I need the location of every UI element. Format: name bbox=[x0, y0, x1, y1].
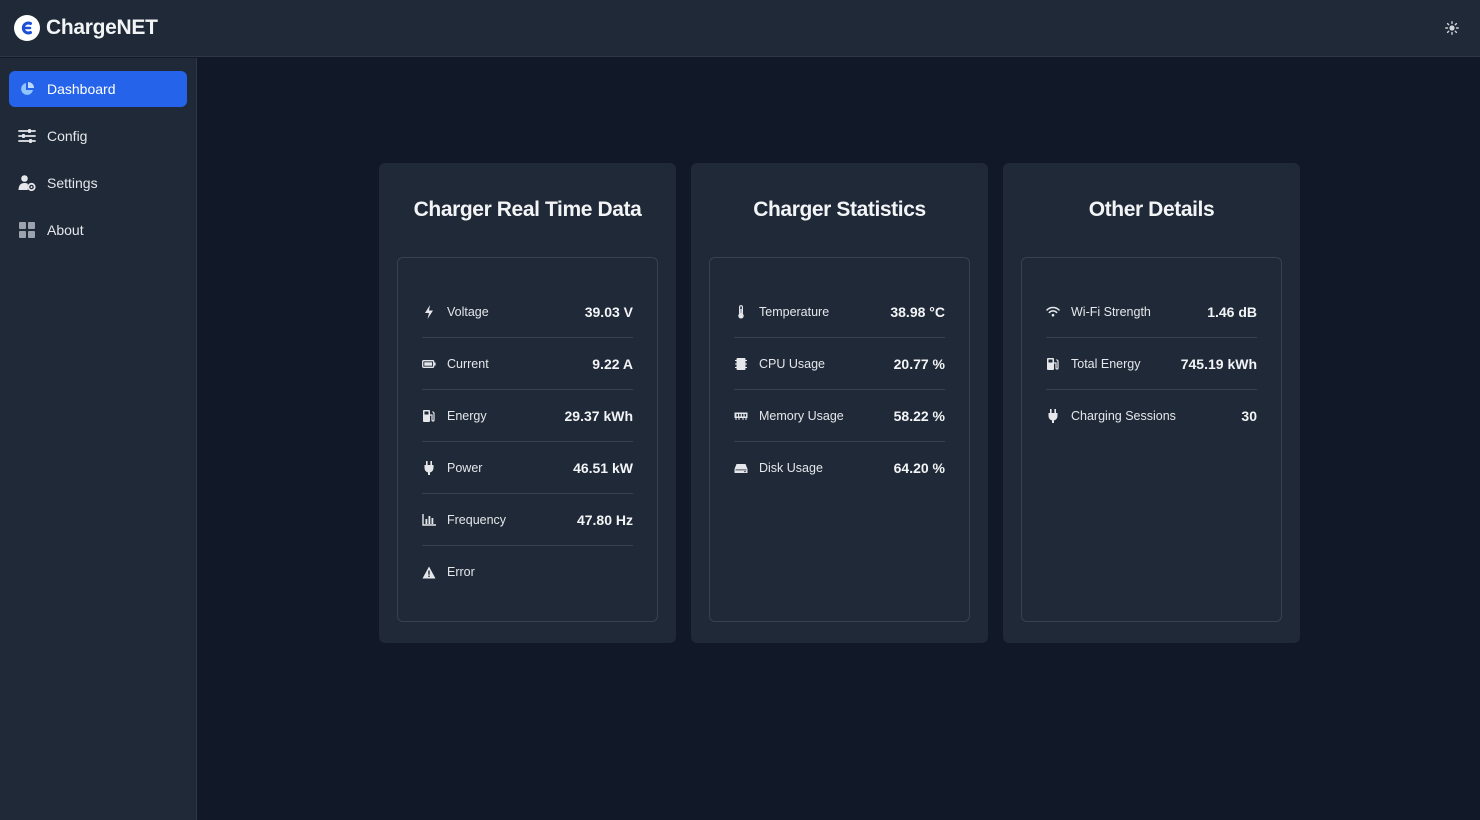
memory-icon bbox=[734, 409, 748, 423]
data-row-energy: Energy 29.37 kWh bbox=[422, 390, 633, 442]
row-value: 9.22 A bbox=[592, 355, 633, 372]
card-charger-statistics: Charger Statistics Temperature 38.98 °C … bbox=[691, 163, 988, 643]
row-value: 64.20 % bbox=[893, 460, 945, 476]
grid-icon bbox=[17, 220, 37, 240]
data-row-memory-usage: Memory Usage 58.22 % bbox=[734, 390, 945, 442]
data-row-charging-sessions: Charging Sessions 30 bbox=[1046, 390, 1257, 442]
row-value: 39.03 V bbox=[584, 303, 633, 320]
card-charger-real-time-data: Charger Real Time Data Voltage 39.03 V C… bbox=[379, 163, 676, 643]
top-bar: ChargeNET bbox=[0, 0, 1480, 57]
thermometer-icon bbox=[734, 304, 748, 319]
row-label: Total Energy bbox=[1071, 356, 1141, 371]
row-value: 29.37 kWh bbox=[564, 407, 633, 424]
sidebar-item-about[interactable]: About bbox=[9, 212, 187, 248]
row-label: Power bbox=[447, 460, 483, 475]
data-row-power: Power 46.51 kW bbox=[422, 442, 633, 494]
charging-station-icon bbox=[422, 409, 436, 423]
row-value: 47.80 Hz bbox=[576, 511, 633, 528]
card-title: Other Details bbox=[1088, 198, 1215, 221]
brand[interactable]: ChargeNET bbox=[14, 15, 158, 41]
row-label: Memory Usage bbox=[759, 408, 844, 423]
data-row-temperature: Temperature 38.98 °C bbox=[734, 286, 945, 338]
row-label: Temperature bbox=[759, 304, 830, 319]
user-gear-icon bbox=[17, 173, 37, 193]
card-body: Wi-Fi Strength 1.46 dB Total Energy 745.… bbox=[1021, 257, 1282, 622]
theme-toggle-sun-icon[interactable] bbox=[1440, 16, 1464, 40]
row-label: Voltage bbox=[447, 304, 489, 319]
row-value: 1.46 dB bbox=[1207, 303, 1257, 320]
sidebar-item-settings[interactable]: Settings bbox=[9, 165, 187, 201]
sidebar-item-config[interactable]: Config bbox=[9, 118, 187, 154]
row-value: 30 bbox=[1241, 408, 1257, 424]
row-value: 38.98 °C bbox=[890, 303, 945, 320]
row-label: CPU Usage bbox=[759, 356, 825, 371]
row-label: Current bbox=[447, 356, 489, 371]
sidebar-item-label: Config bbox=[47, 128, 88, 144]
dashboard-cards: Charger Real Time Data Voltage 39.03 V C… bbox=[379, 163, 1300, 643]
card-body: Temperature 38.98 °C CPU Usage 20.77 % M… bbox=[709, 257, 970, 622]
card-title: Charger Statistics bbox=[753, 198, 926, 221]
pie-chart-icon bbox=[17, 79, 37, 99]
row-label: Disk Usage bbox=[759, 461, 823, 475]
data-row-total-energy: Total Energy 745.19 kWh bbox=[1046, 338, 1257, 390]
sidebar-item-dashboard[interactable]: Dashboard bbox=[9, 71, 187, 107]
row-label: Wi-Fi Strength bbox=[1071, 304, 1151, 319]
chargenet-logo-icon bbox=[14, 15, 40, 41]
row-label: Energy bbox=[447, 408, 487, 423]
plug-icon bbox=[1046, 409, 1060, 423]
bar-chart-icon bbox=[422, 513, 436, 527]
data-row-cpu-usage: CPU Usage 20.77 % bbox=[734, 338, 945, 390]
app-title: ChargeNET bbox=[46, 16, 158, 39]
row-label: Frequency bbox=[447, 512, 507, 527]
data-row-disk-usage: Disk Usage 64.20 % bbox=[734, 442, 945, 494]
warning-icon bbox=[422, 565, 436, 579]
data-row-wifi-strength: Wi-Fi Strength 1.46 dB bbox=[1046, 286, 1257, 338]
data-row-frequency: Frequency 47.80 Hz bbox=[422, 494, 633, 546]
sidebar-item-label: Dashboard bbox=[47, 81, 116, 97]
row-value: 46.51 kW bbox=[573, 459, 633, 476]
row-value: 58.22 % bbox=[893, 407, 945, 424]
card-other-details: Other Details Wi-Fi Strength 1.46 dB Tot… bbox=[1003, 163, 1300, 643]
card-body: Voltage 39.03 V Current 9.22 A Energy 29… bbox=[397, 257, 658, 622]
bolt-icon bbox=[422, 304, 436, 319]
sidebar-item-label: About bbox=[47, 222, 84, 238]
hard-drive-icon bbox=[734, 461, 748, 475]
sidebar-item-label: Settings bbox=[47, 175, 98, 191]
row-label: Charging Sessions bbox=[1071, 409, 1176, 423]
wifi-icon bbox=[1046, 305, 1060, 319]
row-value: 745.19 kWh bbox=[1180, 355, 1257, 372]
sliders-icon bbox=[17, 126, 37, 146]
sidebar: Dashboard Config Settings About bbox=[0, 58, 197, 820]
battery-icon bbox=[422, 357, 436, 371]
data-row-voltage: Voltage 39.03 V bbox=[422, 286, 633, 338]
card-title: Charger Real Time Data bbox=[413, 198, 642, 221]
data-row-error: Error bbox=[422, 546, 633, 598]
charging-station-icon bbox=[1046, 357, 1060, 371]
data-row-current: Current 9.22 A bbox=[422, 338, 633, 390]
cpu-icon bbox=[734, 357, 748, 371]
plug-icon bbox=[422, 460, 436, 475]
row-value: 20.77 % bbox=[893, 355, 945, 372]
row-label: Error bbox=[447, 565, 475, 579]
